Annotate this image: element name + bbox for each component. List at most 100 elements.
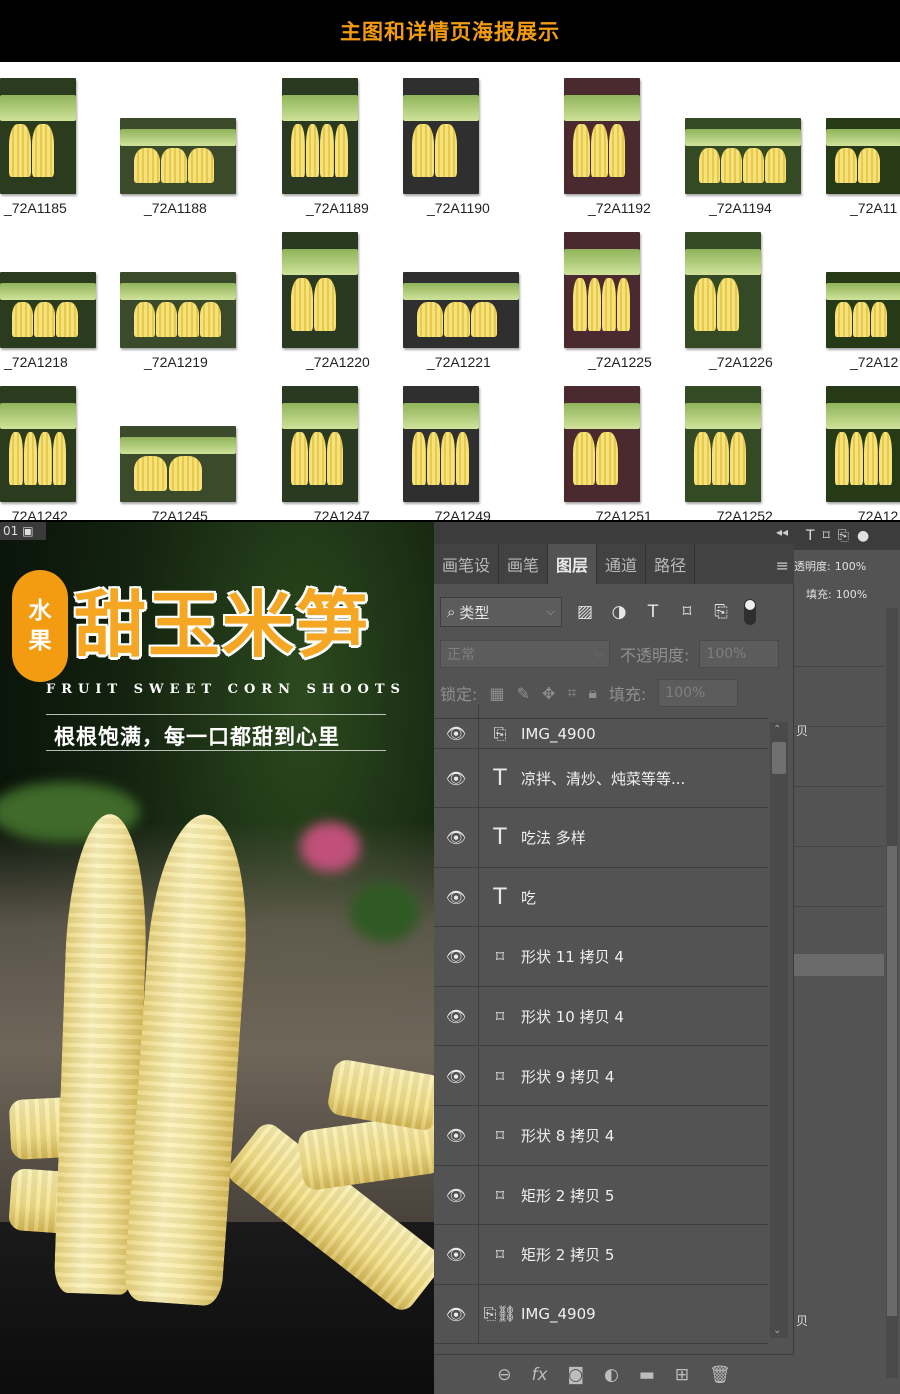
visibility-eye-icon[interactable]: 👁︎ xyxy=(434,1067,478,1086)
layer-row[interactable]: 👁︎ ⌑ 形状 10 拷贝 4 xyxy=(434,986,768,1047)
layer-row[interactable]: 👁︎ ⌑ 形状 9 拷贝 4 xyxy=(434,1046,768,1106)
layer-row[interactable]: 👁︎ ⌑ 矩形 2 拷贝 5 xyxy=(434,1165,768,1226)
opacity-value: 100% xyxy=(706,646,747,662)
thumbnail-item[interactable]: _72A1220 xyxy=(280,216,421,370)
thumbnail-item[interactable]: _72A1252 xyxy=(683,370,824,520)
layer-name: 形状 8 拷贝 4 xyxy=(521,1127,615,1146)
thumbnail-item[interactable]: _72A1251 xyxy=(562,370,703,520)
tab-0[interactable]: 画笔设 xyxy=(434,544,500,584)
poster-slogan: 根根饱满，每一口都甜到心里 xyxy=(54,725,340,749)
layer-name: IMG_4909 xyxy=(521,1305,596,1324)
thumbnail-item[interactable]: _72A12 xyxy=(824,216,900,370)
scrollbar-thumb[interactable] xyxy=(887,846,897,1316)
corn-shape xyxy=(52,432,67,485)
thumbnail-item[interactable]: _72A1247 xyxy=(280,370,421,520)
thumbnail-item[interactable]: _72A1245 xyxy=(118,370,259,520)
tab-2[interactable]: 图层 xyxy=(548,544,598,584)
layer-row[interactable]: 👁︎ T 吃法 多样 xyxy=(434,808,768,868)
thumbnail-item[interactable]: _72A1188 xyxy=(118,62,259,216)
thumbnail-label: _72A1225 xyxy=(588,354,652,370)
filter-adjustment-icon[interactable]: ◑ xyxy=(608,602,630,622)
husk-shape xyxy=(282,403,358,429)
visibility-eye-icon[interactable]: 👁︎ xyxy=(434,828,478,847)
corn-shape xyxy=(412,432,426,485)
layer-row[interactable]: 👁︎ ⎘ IMG_4900 xyxy=(434,704,768,763)
thumbnail-item[interactable]: _72A1221 xyxy=(401,216,542,370)
thumbnail-item[interactable]: _72A1219 xyxy=(118,216,259,370)
filter-type-icon[interactable]: T xyxy=(642,602,664,622)
panel-menu-icon[interactable]: ≡ xyxy=(776,556,789,575)
corn-shape xyxy=(291,124,305,177)
folder-icon[interactable]: ▬ xyxy=(639,1365,655,1385)
thumbnail-item[interactable]: _72A1190 xyxy=(401,62,542,216)
thumbnail-image xyxy=(564,232,640,348)
fill-field[interactable]: 100% xyxy=(658,679,739,707)
adjustment-icon[interactable]: ◐ xyxy=(604,1365,619,1385)
visibility-eye-icon[interactable]: 👁︎ xyxy=(434,947,478,966)
layer-row[interactable]: 👁︎ ⌑ 形状 8 拷贝 4 xyxy=(434,1106,768,1166)
tab-1[interactable]: 画笔 xyxy=(499,544,549,584)
layers-scrollbar[interactable]: ⌃ ⌄ xyxy=(770,722,788,1338)
dock-opacity-row[interactable]: 透明度: 100% xyxy=(794,558,888,574)
scrollbar-thumb[interactable] xyxy=(772,742,786,774)
visibility-eye-icon[interactable]: 👁︎ xyxy=(434,769,478,788)
visibility-eye-icon[interactable]: 👁︎ xyxy=(434,1305,478,1324)
lock-paint-icon[interactable]: ✎ xyxy=(517,684,530,703)
type-icon[interactable]: T xyxy=(806,528,815,544)
corn-shape xyxy=(178,302,200,337)
lock-transparent-icon[interactable]: ▦ xyxy=(489,684,504,703)
document-tab[interactable]: 01 ▣ xyxy=(0,522,46,540)
visibility-eye-icon[interactable]: 👁︎ xyxy=(434,888,478,907)
toggle-icon[interactable]: ● xyxy=(857,528,869,544)
blend-mode-select[interactable]: 正常 ⌵ xyxy=(440,640,610,668)
lock-move-icon[interactable]: ✥ xyxy=(542,684,555,703)
visibility-eye-icon[interactable]: 👁︎ xyxy=(434,1126,478,1145)
smart-object-icon[interactable]: ⎘ xyxy=(838,528,849,544)
thumbnail-item[interactable]: _72A1226 xyxy=(683,216,824,370)
layer-row[interactable]: 👁︎ T 吃 xyxy=(434,867,768,928)
thumbnail-item[interactable]: _72A1225 xyxy=(562,216,703,370)
visibility-eye-icon[interactable]: 👁︎ xyxy=(434,1245,478,1264)
tab-4[interactable]: 路径 xyxy=(646,544,696,584)
filter-smart-object-icon[interactable]: ⎘ xyxy=(710,602,732,622)
chevron-up-icon[interactable]: ⌃ xyxy=(773,724,781,735)
thumbnail-item[interactable]: _72A11 xyxy=(824,62,900,216)
filter-shape-icon[interactable]: ⌑ xyxy=(676,602,698,622)
visibility-eye-icon[interactable]: 👁︎ xyxy=(434,1186,478,1205)
corn-shape xyxy=(711,432,729,485)
layer-row[interactable]: 👁︎ T 凉拌、清炒、炖菜等等... xyxy=(434,748,768,808)
new-layer-icon[interactable]: ⊞ xyxy=(675,1365,689,1385)
tab-3[interactable]: 通道 xyxy=(597,544,647,584)
thumbnail-item[interactable]: _72A1194 xyxy=(683,62,824,216)
husk-shape xyxy=(0,403,76,429)
dock-fill-row[interactable]: 填充: 100% xyxy=(806,586,900,602)
mask-icon[interactable]: ◙ xyxy=(568,1365,585,1385)
lock-all-icon[interactable]: 🔒︎ xyxy=(588,683,597,703)
thumbnail-item[interactable]: _72A1249 xyxy=(401,370,542,520)
filter-toggle[interactable] xyxy=(744,599,756,625)
collapse-icon[interactable]: ◂◂ xyxy=(776,525,788,539)
dock-scrollbar[interactable] xyxy=(886,608,898,1378)
fx-icon[interactable]: fx xyxy=(531,1365,547,1385)
lock-artboard-icon[interactable]: ⌗ xyxy=(567,683,576,703)
layer-row[interactable]: 👁︎ ⌑ 形状 11 拷贝 4 xyxy=(434,927,768,987)
layer-row[interactable]: 👁︎ ⌑ 矩形 2 拷贝 5 xyxy=(434,1225,768,1285)
thumbnail-item[interactable]: _72A1192 xyxy=(562,62,703,216)
dock-row-text: 贝 xyxy=(796,1314,809,1328)
husk-shape xyxy=(403,403,479,429)
filter-pixel-icon[interactable]: ▨ xyxy=(574,602,596,622)
chevron-down-icon[interactable]: ⌄ xyxy=(773,1325,781,1336)
dock-selected-row[interactable] xyxy=(794,954,884,976)
layer-name: 形状 9 拷贝 4 xyxy=(521,1067,615,1086)
thumbnail-item[interactable]: _72A12 xyxy=(824,370,900,520)
opacity-field[interactable]: 100% xyxy=(699,640,780,668)
visibility-eye-icon[interactable]: 👁︎ xyxy=(434,1007,478,1026)
trash-icon[interactable]: 🗑︎ xyxy=(709,1365,731,1385)
thumbnail-item[interactable]: _72A1189 xyxy=(280,62,421,216)
filter-kind-select[interactable]: ⌕ 类型 ⌵ xyxy=(440,597,562,627)
layer-row[interactable]: 👁︎ ⎘⛓︎ IMG_4909 xyxy=(434,1284,768,1345)
visibility-eye-icon[interactable]: 👁︎ xyxy=(434,724,478,743)
link-icon[interactable]: ⊖ xyxy=(497,1365,511,1385)
corn-shape xyxy=(305,124,320,177)
shape-icon[interactable]: ⌑ xyxy=(823,528,830,544)
